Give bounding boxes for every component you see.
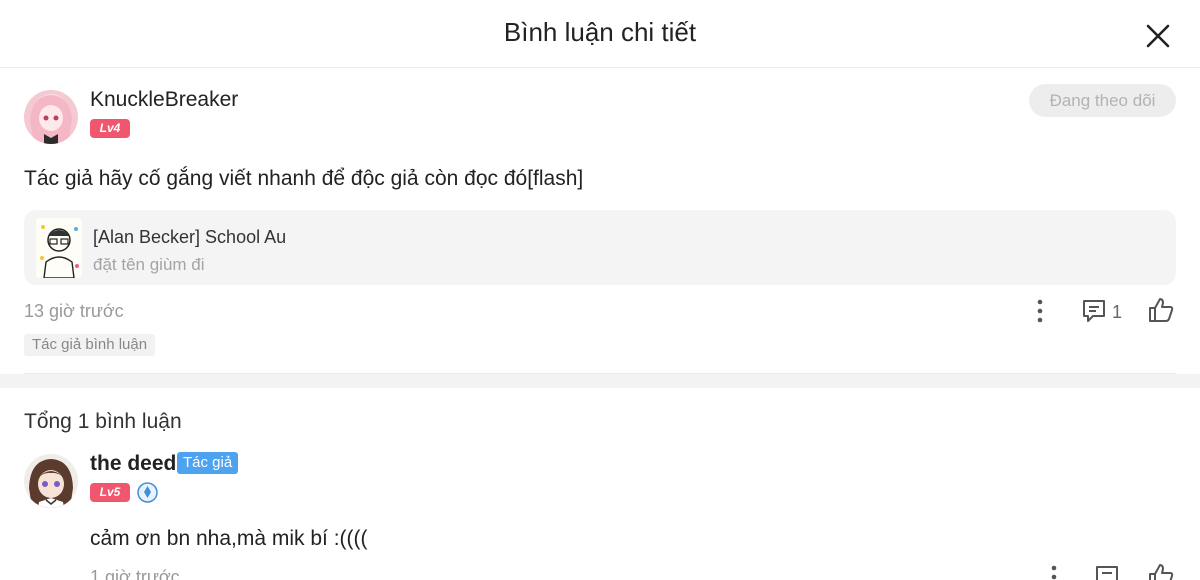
more-icon[interactable] [1044, 564, 1064, 580]
total-comments: Tổng 1 bình luận [24, 410, 182, 433]
follow-button[interactable]: Đang theo dõi [1029, 84, 1176, 117]
like-icon[interactable] [1147, 562, 1175, 580]
author-commented-tag: Tác giả bình luận [24, 334, 156, 356]
username[interactable]: the deed [90, 452, 176, 476]
book-title: [Alan Becker] School Au [93, 227, 287, 247]
comment-icon[interactable] [1094, 564, 1120, 580]
comment-time: 13 giờ trước [24, 301, 124, 321]
more-icon[interactable] [1030, 298, 1050, 324]
book-cover [36, 218, 82, 278]
book-card[interactable]: [Alan Becker] School Au đặt tên giùm đi [24, 210, 1176, 285]
comment-icon[interactable] [1081, 298, 1107, 324]
dialog-header: Bình luận chi tiết [0, 0, 1200, 68]
username[interactable]: KnuckleBreaker [90, 88, 238, 112]
reply-time: 1 giờ trước [90, 567, 180, 580]
author-tag: Tác giả [177, 452, 239, 474]
avatar-image [24, 454, 78, 508]
reply-text: cảm ơn bn nha,mà mik bí :(((( [90, 527, 368, 550]
section-separator [0, 374, 1200, 388]
close-icon[interactable] [1144, 22, 1172, 50]
avatar-image [24, 90, 78, 144]
book-cover-image [36, 218, 82, 278]
avatar[interactable] [24, 454, 78, 508]
level-badge: Lv5 [90, 483, 130, 502]
avatar[interactable] [24, 90, 78, 144]
book-subtitle: đặt tên giùm đi [93, 255, 205, 274]
verified-icon [137, 482, 158, 503]
comment-text: Tác giả hãy cố gắng viết nhanh để độc gi… [24, 167, 584, 190]
reply-count: 1 [1112, 302, 1123, 322]
like-icon[interactable] [1147, 296, 1175, 324]
level-badge: Lv4 [90, 119, 130, 138]
page-title: Bình luận chi tiết [503, 17, 697, 47]
